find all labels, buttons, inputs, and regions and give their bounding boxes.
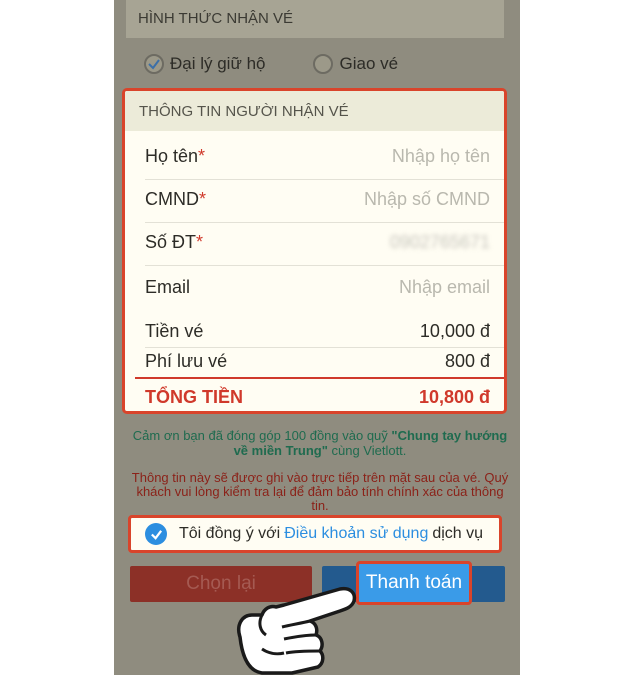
radio-agent-hold-label[interactable]: Đại lý giữ hộ [170,54,265,74]
id-label: CMND* [145,189,207,209]
contribution-note-prefix: Cảm ơn bạn đã đóng góp 100 đồng vào quỹ [132,428,392,443]
radio-delivery-label[interactable]: Giao vé [339,54,398,74]
delivery-options: Đại lý giữ hộ Giao vé [144,50,398,78]
name-label: Họ tên* [145,146,206,166]
storage-fee-value: 800 đ [444,351,490,371]
id-input[interactable]: Nhập số CMND [364,189,490,210]
divider [145,347,504,348]
ticket-price-value: 10,000 đ [419,321,490,341]
phone-label: Số ĐT* [145,232,204,252]
agree-text: Tôi đồng ý với [179,525,281,542]
storage-fee-label: Phí lưu vé [145,351,228,371]
radio-agent-hold[interactable] [144,54,164,74]
name-input[interactable]: Nhập họ tên [392,146,490,167]
agree-checkbox[interactable] [145,523,167,545]
agree-suffix: dịch vụ [432,525,484,542]
storage-fee-row: Phí lưu vé 800 đ [145,351,490,372]
contribution-note: Cảm ơn bạn đã đóng góp 100 đồng vào quỹ … [128,428,512,458]
phone-row[interactable]: Số ĐT* 0902765671 [145,232,490,253]
email-input[interactable]: Nhập email [399,277,490,298]
recipient-card-title: THÔNG TIN NGƯỜI NHẬN VÉ [125,91,504,131]
ticket-price-label: Tiền vé [145,321,204,341]
radio-delivery[interactable] [313,54,334,74]
name-row[interactable]: Họ tên* Nhập họ tên [145,146,490,167]
divider [145,222,504,223]
total-label: TỔNG TIỀN [145,387,243,407]
divider [145,179,504,180]
terms-agreement[interactable]: Tôi đồng ý với Điều khoản sử dụng dịch v… [128,515,502,553]
email-row[interactable]: Email Nhập email [145,277,490,298]
ticket-price-row: Tiền vé 10,000 đ [145,321,490,342]
check-icon [148,59,160,70]
total-value: 10,800 đ [418,387,490,407]
divider [145,265,504,266]
phone-input[interactable]: 0902765671 [390,232,490,253]
total-row: TỔNG TIỀN 10,800 đ [145,387,490,408]
total-divider [135,377,504,379]
delivery-section-title: HÌNH THỨC NHẬN VÉ [126,0,504,38]
id-row[interactable]: CMND* Nhập số CMND [145,189,490,210]
terms-link[interactable]: Điều khoản sử dụng [284,525,428,543]
email-label: Email [145,277,191,297]
pay-button[interactable]: Thanh toán [356,561,472,605]
recipient-info-card: THÔNG TIN NGƯỜI NHẬN VÉ Họ tên* Nhập họ … [122,88,507,414]
checkmark-icon [150,529,162,540]
verification-warning: Thông tin này sẽ được ghi vào trực tiếp … [131,470,509,513]
contribution-note-suffix: cùng Vietlott. [327,443,407,458]
pointing-hand-icon [237,586,357,675]
